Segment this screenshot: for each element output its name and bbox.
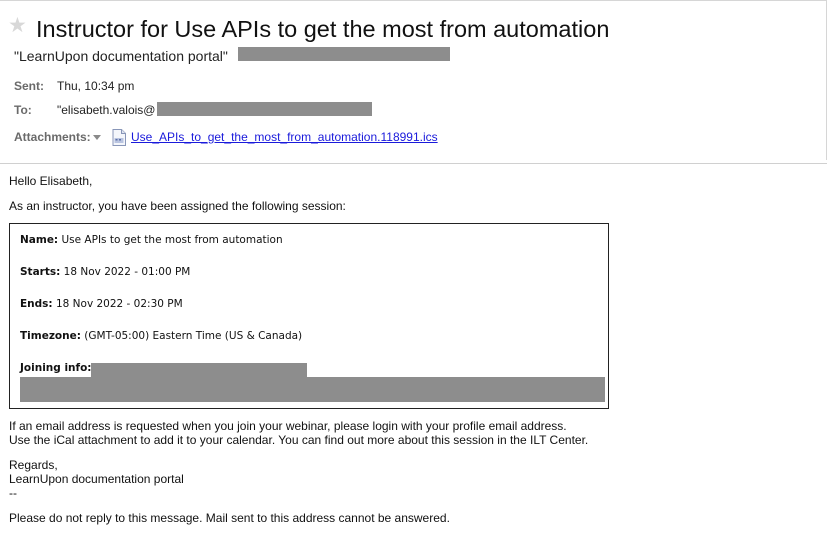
- session-joining-label: Joining info:: [20, 362, 92, 374]
- greeting: Hello Elisabeth,: [9, 174, 93, 188]
- chevron-down-icon[interactable]: [93, 135, 101, 140]
- no-reply-footer: Please do not reply to this message. Mai…: [9, 511, 450, 525]
- regards: Regards,: [9, 458, 58, 472]
- login-note: If an email address is requested when yo…: [9, 419, 567, 433]
- session-name-label: Name:: [20, 234, 59, 246]
- email-subject: Instructor for Use APIs to get the most …: [36, 16, 610, 42]
- redacted-sender-address: [238, 47, 450, 61]
- session-starts-row: Starts: 18 Nov 2022 - 01:00 PM: [20, 266, 190, 278]
- top-border: [0, 0, 827, 1]
- session-timezone-label: Timezone:: [20, 330, 81, 342]
- calendar-file-icon[interactable]: [112, 129, 126, 146]
- redacted-joining-info-line1: [91, 363, 307, 377]
- signature-separator: --: [9, 486, 17, 500]
- signature: LearnUpon documentation portal: [9, 472, 184, 486]
- header-divider: [0, 163, 827, 164]
- sent-value: Thu, 10:34 pm: [57, 79, 135, 93]
- session-name-value: Use APIs to get the most from automation: [58, 234, 283, 246]
- sender-name: "LearnUpon documentation portal": [14, 48, 228, 64]
- session-ends-label: Ends:: [20, 298, 53, 310]
- redacted-joining-info-line2: [20, 377, 605, 402]
- attachment-link[interactable]: Use_APIs_to_get_the_most_from_automation…: [131, 130, 438, 144]
- session-details-box: Name: Use APIs to get the most from auto…: [9, 223, 609, 409]
- session-starts-label: Starts:: [20, 266, 61, 278]
- session-timezone-row: Timezone: (GMT-05:00) Eastern Time (US &…: [20, 330, 302, 342]
- attachments-label[interactable]: Attachments:: [14, 130, 91, 144]
- session-starts-value: 18 Nov 2022 - 01:00 PM: [60, 266, 191, 278]
- redacted-recipient-address: [157, 102, 372, 116]
- session-name-row: Name: Use APIs to get the most from auto…: [20, 234, 283, 246]
- session-timezone-value: (GMT-05:00) Eastern Time (US & Canada): [80, 330, 303, 342]
- session-joining-row: Joining info:: [20, 362, 92, 374]
- ical-note: Use the iCal attachment to add it to you…: [9, 433, 589, 447]
- to-label: To:: [14, 103, 32, 117]
- sent-label: Sent:: [14, 79, 44, 93]
- to-value[interactable]: "elisabeth.valois@: [57, 103, 156, 117]
- session-ends-value: 18 Nov 2022 - 02:30 PM: [52, 298, 183, 310]
- star-icon[interactable]: ★: [8, 15, 28, 36]
- intro-text: As an instructor, you have been assigned…: [9, 199, 346, 213]
- session-ends-row: Ends: 18 Nov 2022 - 02:30 PM: [20, 298, 183, 310]
